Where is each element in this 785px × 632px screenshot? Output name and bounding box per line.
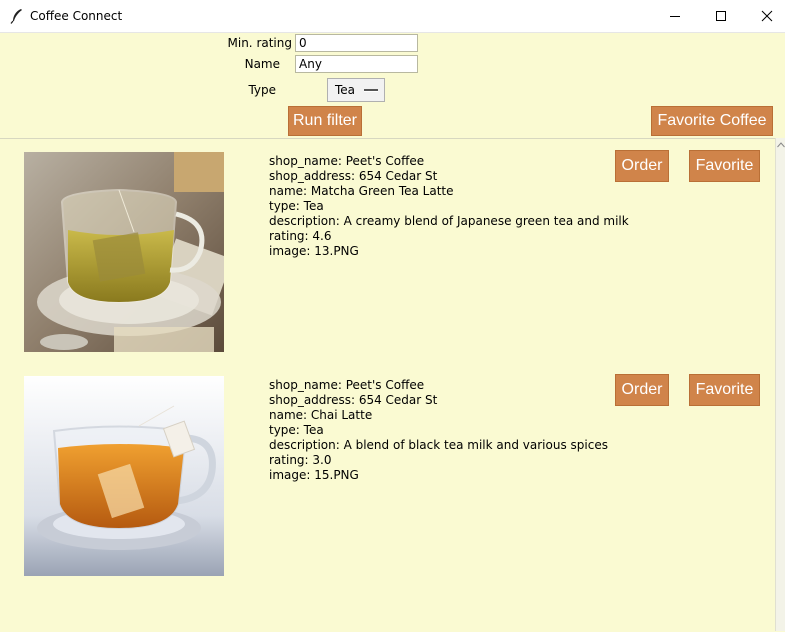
item-description-text: description: A creamy blend of Japanese … bbox=[269, 214, 629, 228]
list-item: shop_name: Peet's Coffee shop_address: 6… bbox=[0, 374, 775, 576]
item-image-text: image: 13.PNG bbox=[269, 244, 359, 258]
shop-name-text: shop_name: Peet's Coffee bbox=[269, 154, 425, 168]
close-button[interactable] bbox=[744, 0, 785, 32]
min-rating-label: Min. rating bbox=[227, 36, 292, 50]
favorite-button[interactable]: Favorite bbox=[689, 150, 760, 182]
type-label: Type bbox=[248, 83, 276, 97]
results-list: shop_name: Peet's Coffee shop_address: 6… bbox=[0, 138, 775, 632]
shop-name-text: shop_name: Peet's Coffee bbox=[269, 378, 425, 392]
close-icon bbox=[761, 10, 773, 22]
feather-icon bbox=[10, 9, 22, 24]
name-input[interactable]: Any bbox=[295, 55, 418, 73]
chai-tea-image bbox=[24, 376, 224, 576]
item-rating-text: rating: 4.6 bbox=[269, 229, 332, 243]
item-name-text: name: Chai Latte bbox=[269, 408, 373, 422]
item-info: shop_name: Peet's Coffee shop_address: 6… bbox=[269, 154, 629, 259]
window-title: Coffee Connect bbox=[30, 9, 123, 23]
vertical-scrollbar[interactable] bbox=[775, 138, 785, 631]
item-type-text: type: Tea bbox=[269, 199, 324, 213]
order-button[interactable]: Order bbox=[615, 150, 669, 182]
type-selected-value: Tea bbox=[335, 83, 356, 97]
run-filter-button[interactable]: Run filter bbox=[288, 106, 362, 136]
list-item: shop_name: Peet's Coffee shop_address: 6… bbox=[0, 150, 775, 352]
favorite-button[interactable]: Favorite bbox=[689, 374, 760, 406]
shop-address-text: shop_address: 654 Cedar St bbox=[269, 393, 438, 407]
scroll-up-arrow-icon[interactable] bbox=[777, 142, 785, 148]
item-image-text: image: 15.PNG bbox=[269, 468, 359, 482]
maximize-button[interactable] bbox=[698, 0, 744, 32]
type-dropdown[interactable]: Tea bbox=[327, 78, 385, 102]
item-info: shop_name: Peet's Coffee shop_address: 6… bbox=[269, 378, 608, 483]
green-tea-image bbox=[24, 152, 224, 352]
favorite-coffee-button[interactable]: Favorite Coffee bbox=[651, 106, 773, 136]
dropdown-indicator-icon bbox=[364, 89, 378, 91]
order-button[interactable]: Order bbox=[615, 374, 669, 406]
minimize-icon bbox=[670, 16, 680, 17]
item-type-text: type: Tea bbox=[269, 423, 324, 437]
item-description-text: description: A blend of black tea milk a… bbox=[269, 438, 608, 452]
name-label: Name bbox=[244, 57, 280, 71]
min-rating-input[interactable]: 0 bbox=[295, 34, 418, 52]
item-rating-text: rating: 3.0 bbox=[269, 453, 332, 467]
maximize-icon bbox=[716, 11, 726, 21]
shop-address-text: shop_address: 654 Cedar St bbox=[269, 169, 438, 183]
minimize-button[interactable] bbox=[652, 0, 698, 32]
title-bar: Coffee Connect bbox=[0, 0, 785, 33]
item-name-text: name: Matcha Green Tea Latte bbox=[269, 184, 454, 198]
